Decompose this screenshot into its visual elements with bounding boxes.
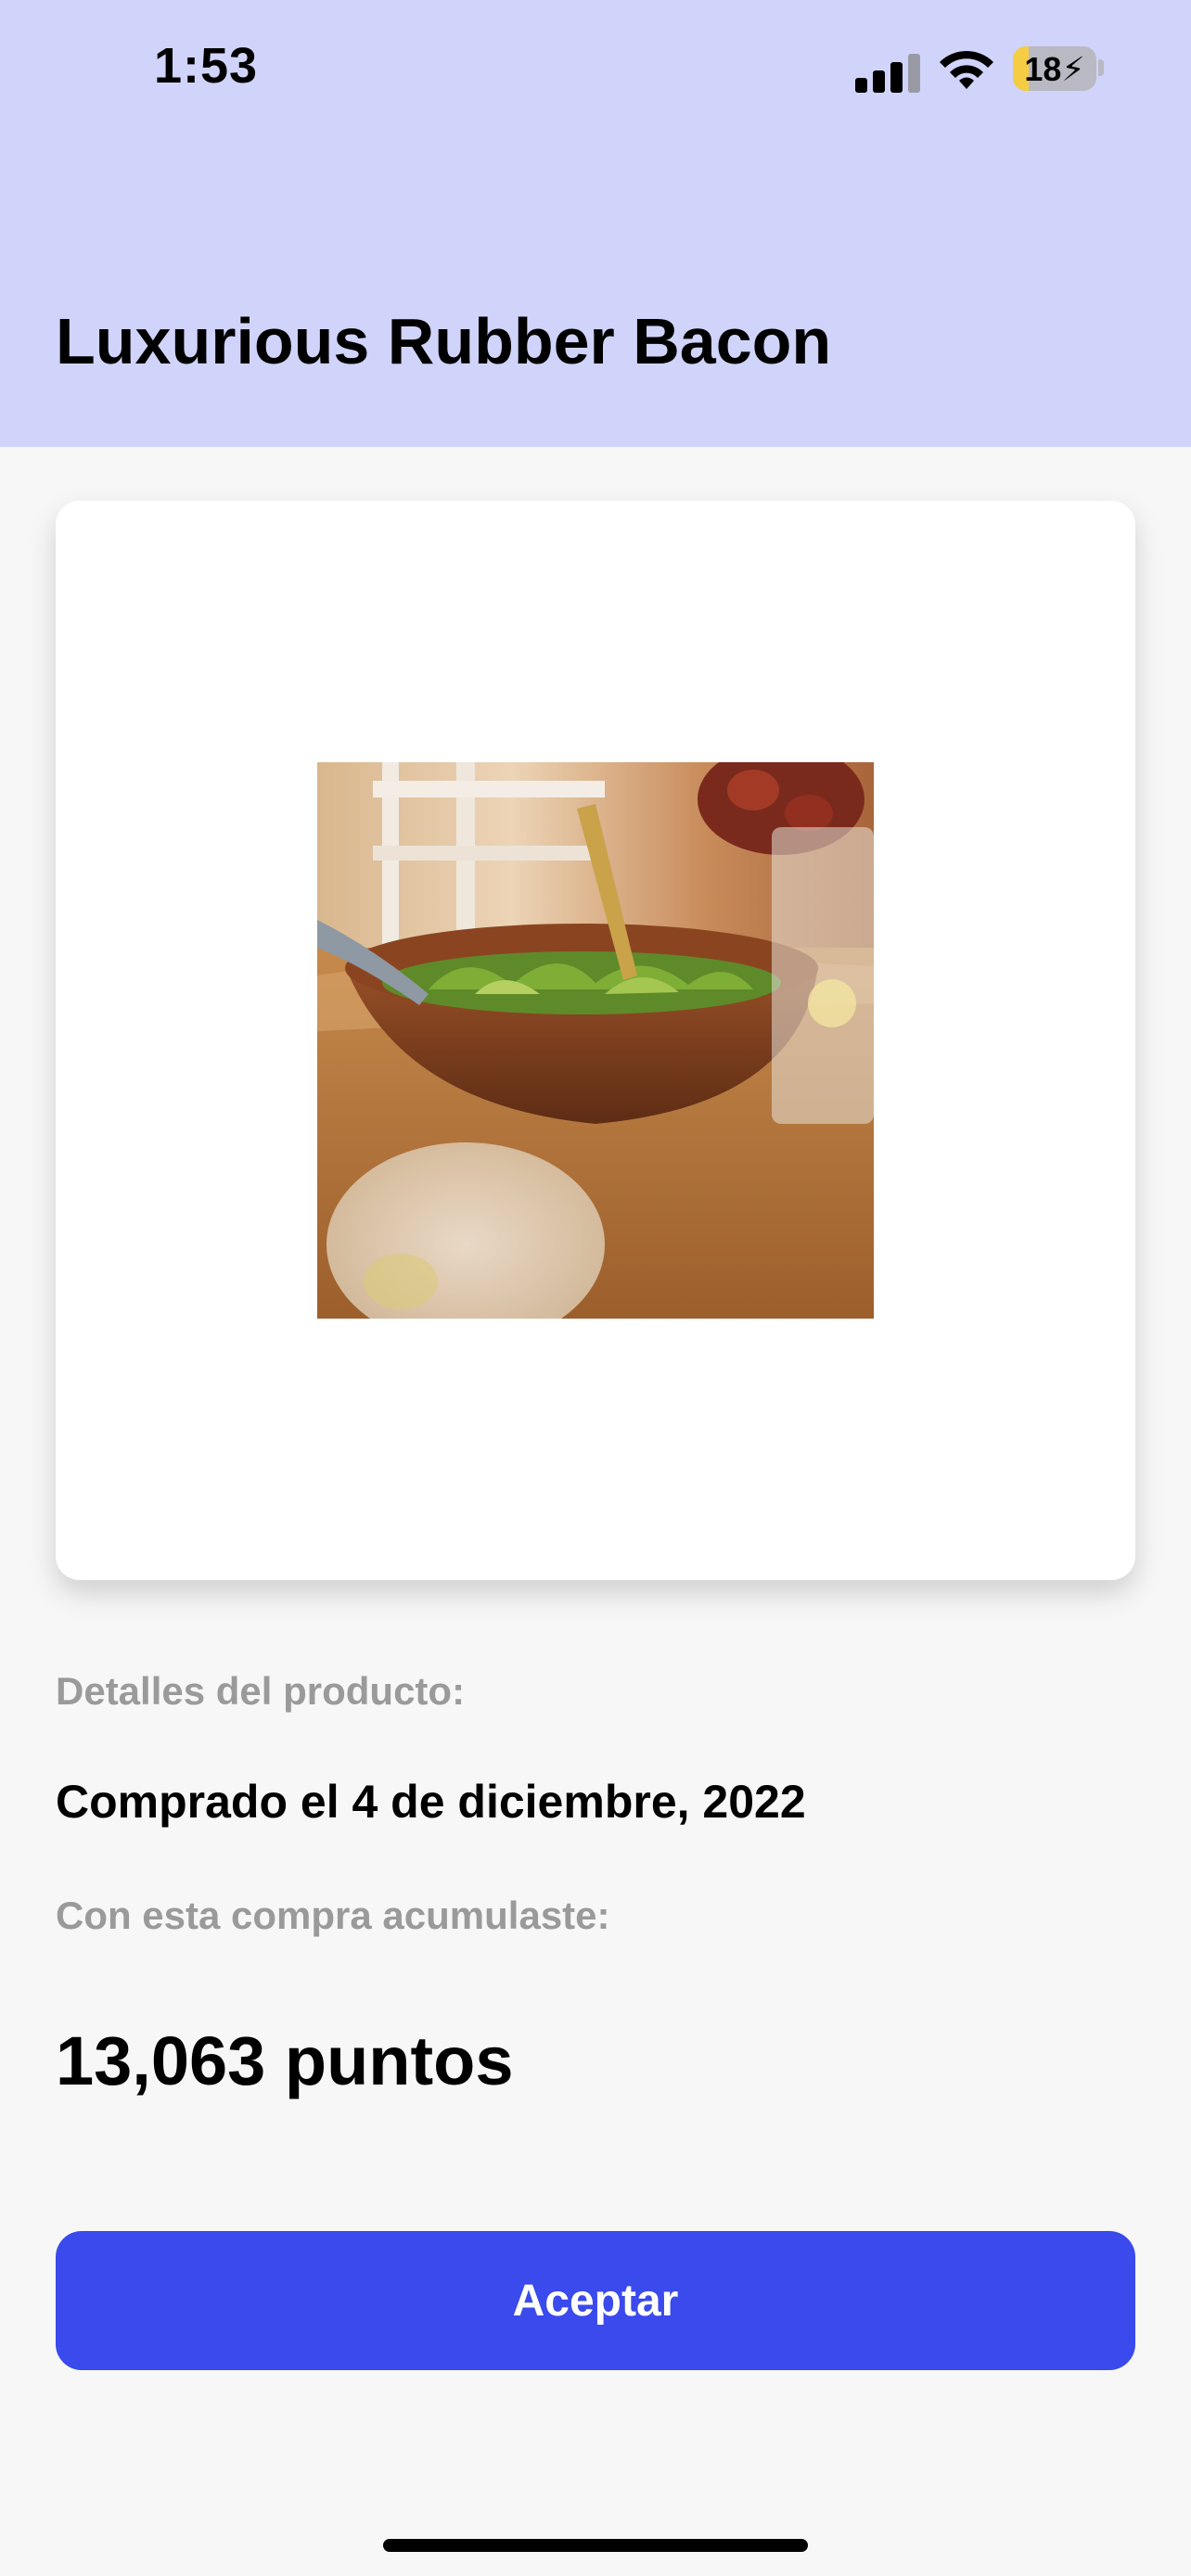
- details-label: Detalles del producto:: [56, 1669, 466, 1713]
- battery-percent: 18⚡︎: [1024, 50, 1085, 88]
- points-label: Con esta compra acumulaste:: [56, 1894, 610, 1937]
- product-detail-screen: 1:53 18⚡︎ Luxurious Rubber Bacon Detalle…: [0, 0, 1191, 2576]
- status-time: 1:53: [154, 38, 259, 94]
- battery-icon: 18⚡︎: [1013, 46, 1096, 91]
- home-indicator[interactable]: [383, 2539, 808, 2552]
- signal-icon: [855, 50, 920, 93]
- points-value: 13,063 puntos: [56, 2022, 514, 2099]
- salad-bowl-photo: [317, 762, 874, 1319]
- accept-button[interactable]: Aceptar: [56, 2231, 1135, 2370]
- product-image-card: [56, 501, 1135, 1580]
- purchase-date: Comprado el 4 de diciembre, 2022: [56, 1776, 806, 1828]
- product-photo: [317, 762, 874, 1319]
- battery-nub: [1098, 59, 1104, 76]
- wifi-icon: [940, 50, 993, 89]
- page-title: Luxurious Rubber Bacon: [56, 305, 832, 377]
- header: 1:53 18⚡︎ Luxurious Rubber Bacon: [0, 0, 1191, 447]
